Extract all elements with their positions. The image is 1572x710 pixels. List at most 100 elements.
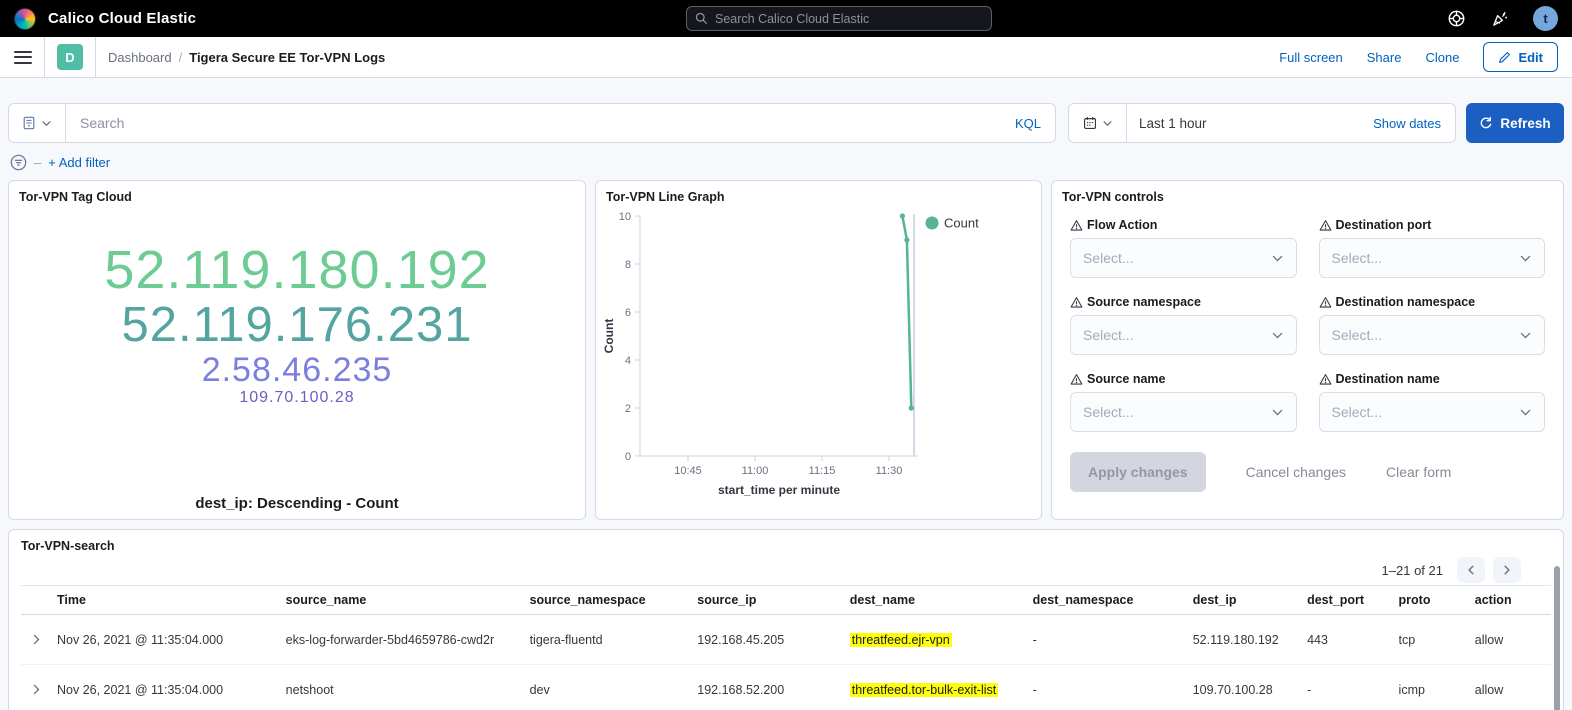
search-icon: [695, 12, 708, 25]
clear-form-button[interactable]: Clear form: [1386, 464, 1451, 480]
query-bar: Search KQL Last 1 hour Show dates: [8, 103, 1564, 143]
svg-text:10:45: 10:45: [674, 465, 702, 477]
tag-cloud-panel: Tor-VPN Tag Cloud 52.119.180.19252.119.1…: [8, 180, 586, 520]
top-app-bar: Calico Cloud Elastic Search Calico Cloud…: [0, 0, 1572, 37]
calendar-menu-button[interactable]: [1069, 104, 1127, 142]
add-filter-link[interactable]: + Add filter: [48, 155, 110, 170]
column-header[interactable]: proto: [1399, 593, 1475, 607]
svg-text:6: 6: [625, 307, 631, 319]
elastic-logo[interactable]: [14, 8, 36, 30]
table-cell: 192.168.45.205: [697, 633, 849, 647]
dashboard-panels: Tor-VPN Tag Cloud 52.119.180.19252.119.1…: [8, 180, 1564, 520]
column-header[interactable]: dest_namespace: [1033, 593, 1193, 607]
controls-panel: Tor-VPN controls Flow ActionSelect...Des…: [1051, 180, 1564, 520]
line-chart: 024681010:4511:0011:1511:30Countstart_ti…: [600, 206, 1041, 506]
refresh-icon: [1479, 116, 1493, 130]
cancel-changes-button[interactable]: Cancel changes: [1246, 464, 1346, 480]
next-page-button[interactable]: [1493, 557, 1521, 583]
warning-icon: [1070, 219, 1083, 232]
clone-link[interactable]: Clone: [1425, 50, 1459, 65]
expand-row-icon[interactable]: [30, 633, 43, 646]
chevron-down-icon: [1271, 252, 1284, 265]
help-lifebuoy-icon[interactable]: [1447, 9, 1466, 28]
control-field: Destination portSelect...: [1319, 218, 1546, 278]
column-header[interactable]: source_ip: [697, 593, 849, 607]
warning-icon: [1319, 296, 1332, 309]
vertical-scrollbar[interactable]: [1554, 566, 1560, 710]
control-field-label: Source namespace: [1070, 295, 1297, 309]
tag-cloud-term[interactable]: 109.70.100.28: [239, 389, 354, 406]
column-header[interactable]: dest_ip: [1193, 593, 1307, 607]
table-cell: 443: [1307, 633, 1398, 647]
refresh-button[interactable]: Refresh: [1466, 103, 1564, 143]
time-range-value[interactable]: Last 1 hour: [1139, 116, 1207, 131]
select-dropdown[interactable]: Select...: [1070, 315, 1297, 355]
divider: [95, 37, 96, 78]
share-link[interactable]: Share: [1367, 50, 1402, 65]
table-cell: icmp: [1399, 683, 1475, 697]
tag-cloud-term[interactable]: 52.119.176.231: [122, 299, 473, 352]
table-cell: netshoot: [286, 683, 530, 697]
results-table: Timesource_namesource_namespacesource_ip…: [21, 585, 1551, 710]
table-cell: 109.70.100.28: [1193, 683, 1307, 697]
user-avatar[interactable]: t: [1533, 6, 1558, 31]
legend-dot: [926, 217, 939, 230]
column-header[interactable]: Time: [57, 593, 286, 607]
column-header[interactable]: action: [1475, 593, 1551, 607]
menu-hamburger-icon[interactable]: [14, 51, 32, 64]
warning-icon: [1070, 296, 1083, 309]
column-header[interactable]: dest_port: [1307, 593, 1398, 607]
select-dropdown[interactable]: Select...: [1070, 238, 1297, 278]
tag-cloud-term[interactable]: 2.58.46.235: [202, 352, 393, 389]
breadcrumb-current: Tigera Secure EE Tor-VPN Logs: [189, 50, 385, 65]
control-field-label: Source name: [1070, 372, 1297, 386]
kql-search-input[interactable]: Search KQL: [66, 103, 1056, 143]
legend-label: Count: [944, 216, 979, 231]
breadcrumb-root[interactable]: Dashboard: [108, 50, 172, 65]
chevron-left-icon: [1465, 564, 1477, 576]
select-dropdown[interactable]: Select...: [1070, 392, 1297, 432]
table-cell: -: [1033, 683, 1193, 697]
saved-query-icon: [22, 116, 36, 130]
tag-cloud-term[interactable]: 52.119.180.192: [104, 241, 489, 299]
pencil-icon: [1498, 51, 1511, 64]
select-dropdown[interactable]: Select...: [1319, 315, 1546, 355]
table-cell: 192.168.52.200: [697, 683, 849, 697]
column-header[interactable]: source_namespace: [530, 593, 698, 607]
dashboard-badge[interactable]: D: [57, 44, 83, 70]
show-dates-link[interactable]: Show dates: [1373, 116, 1441, 131]
global-search-input[interactable]: Search Calico Cloud Elastic: [686, 6, 992, 31]
kql-button[interactable]: KQL: [1005, 116, 1041, 131]
search-placeholder: Search: [80, 115, 124, 131]
table-cell: dev: [530, 683, 698, 697]
chevron-down-icon: [1519, 252, 1532, 265]
filter-in-circle-icon[interactable]: [10, 154, 27, 171]
svg-text:start_time per minute: start_time per minute: [718, 483, 840, 497]
table-cell: threatfeed.tor-bulk-exit-list: [850, 683, 1033, 697]
edit-button[interactable]: Edit: [1483, 42, 1558, 72]
column-header[interactable]: source_name: [286, 593, 530, 607]
select-dropdown[interactable]: Select...: [1319, 238, 1546, 278]
news-party-popper-icon[interactable]: [1490, 9, 1509, 28]
control-field: Destination nameSelect...: [1319, 372, 1546, 432]
svg-text:Count: Count: [602, 319, 616, 354]
chevron-right-icon: [1501, 564, 1513, 576]
table-cell: eks-log-forwarder-5bd4659786-cwd2r: [286, 633, 530, 647]
select-dropdown[interactable]: Select...: [1319, 392, 1546, 432]
apply-changes-button[interactable]: Apply changes: [1070, 452, 1206, 492]
breadcrumb-separator: /: [179, 50, 183, 65]
expand-row-icon[interactable]: [30, 683, 43, 696]
column-header[interactable]: dest_name: [850, 593, 1033, 607]
line-chart-svg: 024681010:4511:0011:1511:30Countstart_ti…: [600, 206, 1038, 506]
previous-page-button[interactable]: [1457, 557, 1485, 583]
panel-title: Tor-VPN Line Graph: [596, 181, 1041, 204]
highlighted-value: threatfeed.tor-bulk-exit-list: [850, 683, 999, 697]
breadcrumb: Dashboard / Tigera Secure EE Tor-VPN Log…: [108, 50, 385, 65]
app-title: Calico Cloud Elastic: [48, 10, 196, 27]
svg-text:10: 10: [619, 211, 631, 223]
saved-query-menu-button[interactable]: [8, 103, 66, 143]
control-field: Source name Select...: [1070, 372, 1297, 432]
control-field-label: Flow Action: [1070, 218, 1297, 232]
full-screen-link[interactable]: Full screen: [1279, 50, 1343, 65]
controls-grid: Flow ActionSelect...Destination portSele…: [1052, 204, 1563, 432]
